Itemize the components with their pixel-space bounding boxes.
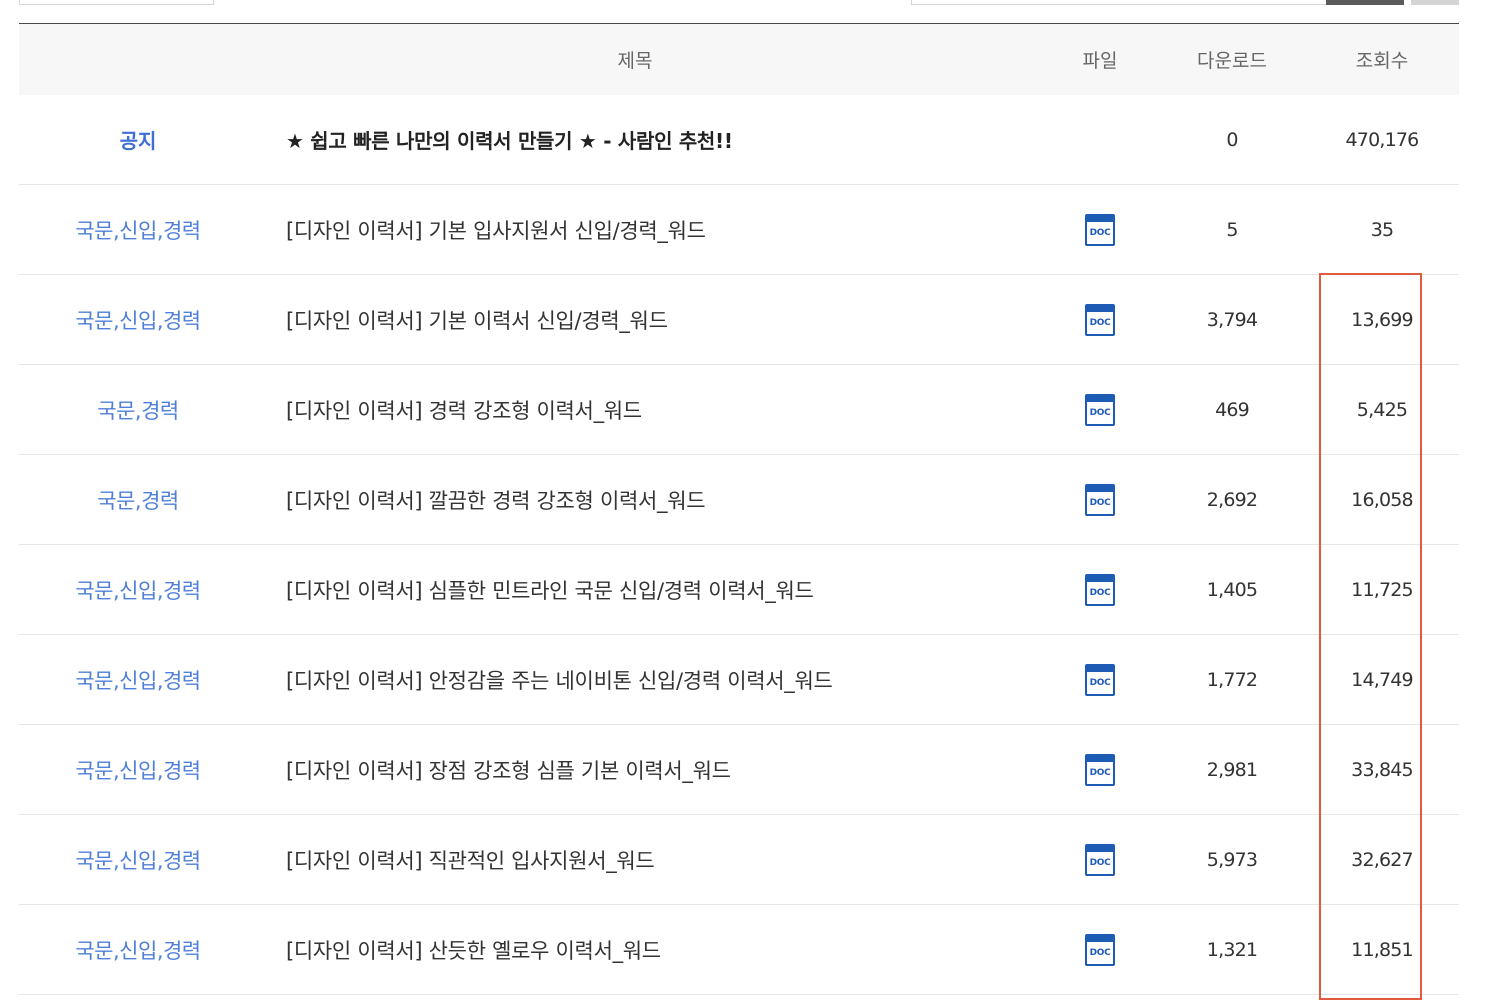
category-link[interactable]: 국문,신입,경력 — [75, 759, 201, 783]
template-title-link[interactable]: [디자인 이력서] 장점 강조형 심플 기본 이력서_워드 — [286, 759, 731, 783]
table-row[interactable]: 국문,신입,경력 [디자인 이력서] 안정감을 주는 네이비톤 신입/경력 이력서… — [19, 635, 1459, 725]
category-select[interactable] — [19, 0, 214, 5]
doc-file-icon[interactable]: DOC — [1085, 303, 1115, 336]
doc-file-icon[interactable]: DOC — [1085, 933, 1115, 966]
table-row[interactable]: 국문,신입,경력 [디자인 이력서] 산듯한 옐로우 이력서_워드 DOC 1,321… — [19, 905, 1459, 995]
doc-icon-label: DOC — [1089, 677, 1111, 688]
template-list: 국문,신입,경력 [디자인 이력서] 기본 입사지원서 신입/경력_워드 DOC 5 3… — [19, 185, 1459, 995]
download-count: 2,981 — [1206, 758, 1258, 781]
doc-file-icon[interactable]: DOC — [1085, 483, 1115, 516]
view-count: 11,851 — [1351, 938, 1413, 961]
category-link[interactable]: 국문,신입,경력 — [75, 669, 201, 693]
doc-file-icon[interactable]: DOC — [1085, 663, 1115, 696]
doc-file-icon[interactable]: DOC — [1085, 753, 1115, 786]
reset-button[interactable] — [1411, 0, 1459, 5]
download-count: 1,321 — [1206, 938, 1258, 961]
doc-icon-label: DOC — [1089, 317, 1111, 328]
doc-icon-label: DOC — [1089, 587, 1111, 598]
header-title: 제목 — [617, 50, 653, 72]
doc-file-icon[interactable]: DOC — [1085, 843, 1115, 876]
download-count: 1,405 — [1206, 578, 1258, 601]
view-count: 5,425 — [1356, 398, 1408, 421]
doc-icon-label: DOC — [1089, 227, 1111, 238]
category-link[interactable]: 국문,경력 — [97, 399, 179, 423]
search-button[interactable] — [1326, 0, 1404, 5]
doc-icon-label: DOC — [1089, 407, 1111, 418]
category-link[interactable]: 국문,경력 — [97, 489, 179, 513]
header-views: 조회수 — [1355, 50, 1409, 72]
header-downloads: 다운로드 — [1197, 50, 1267, 72]
template-title-link[interactable]: [디자인 이력서] 기본 이력서 신입/경력_워드 — [286, 309, 668, 333]
download-count: 2,692 — [1206, 488, 1258, 511]
notice-badge: 공지 — [119, 129, 157, 153]
download-count: 1,772 — [1206, 668, 1258, 691]
view-count: 14,749 — [1351, 668, 1413, 691]
doc-file-icon[interactable]: DOC — [1085, 213, 1115, 246]
category-link[interactable]: 국문,신입,경력 — [75, 849, 201, 873]
view-count: 33,845 — [1351, 758, 1413, 781]
category-link[interactable]: 국문,신입,경력 — [75, 939, 201, 963]
view-count: 35 — [1370, 218, 1394, 241]
table-row[interactable]: 국문,신입,경력 [디자인 이력서] 직관적인 입사지원서_워드 DOC 5,973 3… — [19, 815, 1459, 905]
doc-file-icon[interactable]: DOC — [1085, 393, 1115, 426]
template-title-link[interactable]: [디자인 이력서] 심플한 민트라인 국문 신입/경력 이력서_워드 — [286, 579, 814, 603]
doc-icon-label: DOC — [1089, 767, 1111, 778]
search-input[interactable] — [911, 0, 1327, 5]
header-file: 파일 — [1082, 50, 1118, 72]
view-count: 16,058 — [1351, 488, 1413, 511]
download-count: 5,973 — [1206, 848, 1258, 871]
resume-template-board: 제목 파일 다운로드 조회수 공지 ★ 쉽고 빠른 나만의 이력서 만들기 ★ … — [19, 23, 1459, 995]
table-row[interactable]: 국문,경력 [디자인 이력서] 깔끔한 경력 강조형 이력서_워드 DOC 2,692… — [19, 455, 1459, 545]
notice-title-link[interactable]: ★ 쉽고 빠른 나만의 이력서 만들기 ★ - 사람인 추천!! — [286, 129, 733, 153]
template-title-link[interactable]: [디자인 이력서] 기본 입사지원서 신입/경력_워드 — [286, 219, 706, 243]
doc-icon-label: DOC — [1089, 947, 1111, 958]
table-row[interactable]: 국문,신입,경력 [디자인 이력서] 기본 이력서 신입/경력_워드 DOC 3,79… — [19, 275, 1459, 365]
template-title-link[interactable]: [디자인 이력서] 경력 강조형 이력서_워드 — [286, 399, 642, 423]
template-title-link[interactable]: [디자인 이력서] 직관적인 입사지원서_워드 — [286, 849, 655, 873]
table-row[interactable]: 국문,신입,경력 [디자인 이력서] 심플한 민트라인 국문 신입/경력 이력서_… — [19, 545, 1459, 635]
template-title-link[interactable]: [디자인 이력서] 산듯한 옐로우 이력서_워드 — [286, 939, 661, 963]
table-row[interactable]: 국문,신입,경력 [디자인 이력서] 기본 입사지원서 신입/경력_워드 DOC 5 3… — [19, 185, 1459, 275]
category-link[interactable]: 국문,신입,경력 — [75, 309, 201, 333]
category-link[interactable]: 국문,신입,경력 — [75, 219, 201, 243]
table-header: 제목 파일 다운로드 조회수 — [19, 24, 1459, 95]
notice-row[interactable]: 공지 ★ 쉽고 빠른 나만의 이력서 만들기 ★ - 사람인 추천!! 0 47… — [19, 95, 1459, 185]
doc-file-icon[interactable]: DOC — [1085, 573, 1115, 606]
view-count: 470,176 — [1345, 128, 1420, 151]
doc-icon-label: DOC — [1089, 857, 1111, 868]
view-count: 11,725 — [1351, 578, 1413, 601]
view-count: 13,699 — [1351, 308, 1413, 331]
table-row[interactable]: 국문,경력 [디자인 이력서] 경력 강조형 이력서_워드 DOC 469 5,425 — [19, 365, 1459, 455]
download-count: 469 — [1215, 398, 1250, 421]
download-count: 5 — [1226, 218, 1238, 241]
download-count: 0 — [1226, 128, 1238, 151]
category-link[interactable]: 국문,신입,경력 — [75, 579, 201, 603]
search-bar — [0, 0, 1485, 24]
table-row[interactable]: 국문,신입,경력 [디자인 이력서] 장점 강조형 심플 기본 이력서_워드 DOC… — [19, 725, 1459, 815]
doc-icon-label: DOC — [1089, 497, 1111, 508]
view-count: 32,627 — [1351, 848, 1413, 871]
download-count: 3,794 — [1206, 308, 1258, 331]
template-title-link[interactable]: [디자인 이력서] 깔끔한 경력 강조형 이력서_워드 — [286, 489, 706, 513]
template-title-link[interactable]: [디자인 이력서] 안정감을 주는 네이비톤 신입/경력 이력서_워드 — [286, 669, 833, 693]
